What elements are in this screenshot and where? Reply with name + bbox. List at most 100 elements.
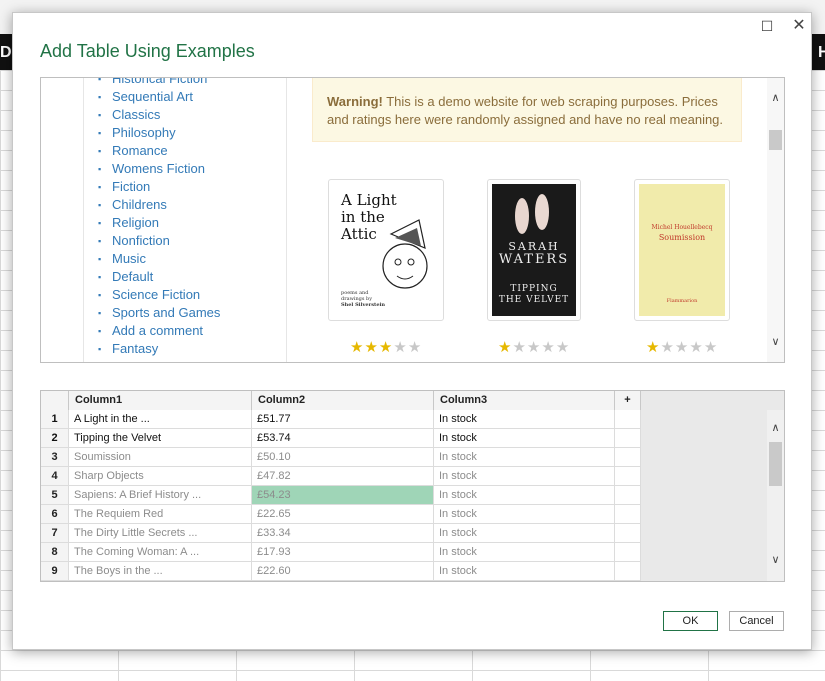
star-icon: ★ [378,339,394,356]
table-cell[interactable]: In stock [434,448,615,466]
table-cell[interactable]: In stock [434,505,615,523]
web-preview-pane[interactable]: Historical Fiction Sequential Art Classi… [40,77,785,363]
column-header[interactable]: Column2 [252,391,434,410]
cover-author: Shel Silverstein [341,302,386,308]
cover-publisher: Flammarion [666,298,698,304]
category-link[interactable]: Womens Fiction [98,160,205,178]
table-cell-empty[interactable] [615,467,641,485]
category-link[interactable]: Historical Fiction [98,78,207,88]
table-cell[interactable]: In stock [434,410,615,428]
table-row: 1 A Light in the ... £51.77 In stock [41,410,641,429]
table-cell-empty[interactable] [615,543,641,561]
table-cell-empty[interactable] [615,562,641,580]
table-cell-empty[interactable] [615,524,641,542]
table-row: 6 The Requiem Red £22.65 In stock [41,505,641,524]
table-cell[interactable]: £51.77 [252,410,434,428]
table-cell-empty[interactable] [615,505,641,523]
cover-title: TIPPING [510,284,558,294]
warning-label: Warning! [327,94,383,109]
category-link[interactable]: Sports and Games [98,304,220,322]
cancel-button[interactable]: Cancel [729,611,784,631]
category-link[interactable]: Fantasy [98,340,158,358]
warning-text: This is a demo website for web scraping … [327,94,724,127]
table-cell[interactable]: The Coming Woman: A ... [69,543,252,561]
table-cell[interactable]: £50.10 [252,448,434,466]
category-link[interactable]: Music [98,250,146,268]
row-number: 3 [41,448,69,466]
category-link[interactable]: Sequential Art [98,88,193,106]
cover-title: THE VELVET [498,295,570,305]
row-number: 2 [41,429,69,447]
table-cell[interactable]: In stock [434,467,615,485]
scroll-down-icon[interactable]: ∨ [767,552,784,569]
table-cell[interactable]: £53.74 [252,429,434,447]
ok-button[interactable]: OK [663,611,718,631]
row-number-header [41,391,69,410]
close-button[interactable]: ✕ [790,17,808,35]
table-cell[interactable]: Sapiens: A Brief History ... [69,486,252,504]
table-cell[interactable]: The Dirty Little Secrets ... [69,524,252,542]
scroll-down-icon[interactable]: ∨ [767,334,784,351]
star-rating: ★★★★★ [498,338,570,356]
row-number: 8 [41,543,69,561]
book-cover-card[interactable]: SARAH WATERS TIPPING THE VELVET [487,179,581,321]
background-label-right: H [818,44,825,61]
maximize-icon: ☐ [760,18,774,34]
star-icon: ★ [646,339,661,356]
warning-alert: Warning! This is a demo website for web … [312,78,742,142]
scrollbar-thumb[interactable] [769,130,782,150]
category-link[interactable]: Childrens [98,196,167,214]
star-rating: ★★★★★ [350,338,422,356]
table-cell[interactable]: £17.93 [252,543,434,561]
table-cell-empty[interactable] [615,410,641,428]
table-row: 2 Tipping the Velvet £53.74 In stock [41,429,641,448]
table-cell[interactable]: £47.82 [252,467,434,485]
book-cover-card[interactable]: A Light in the Attic poems and drawings … [328,179,444,321]
column-header[interactable]: Column3 [434,391,615,410]
category-link[interactable]: Nonfiction [98,232,170,250]
category-link[interactable]: Classics [98,106,161,124]
table-cell-empty[interactable] [615,448,641,466]
category-link[interactable]: Add a comment [98,322,203,340]
category-link[interactable]: Religion [98,214,159,232]
category-link[interactable]: Romance [98,142,168,160]
column-header[interactable]: Column1 [69,391,252,410]
table-cell[interactable]: The Requiem Red [69,505,252,523]
table-cell-empty[interactable] [615,429,641,447]
table-cell[interactable]: In stock [434,429,615,447]
book-cover-card[interactable]: Michel Houellebecq Soumission Flammarion [634,179,730,321]
category-link[interactable]: Science Fiction [98,286,200,304]
table-cell[interactable]: In stock [434,524,615,542]
scroll-up-icon[interactable]: ∧ [767,90,784,107]
table-cell[interactable]: In stock [434,543,615,561]
cover-title: Soumission [658,233,706,242]
table-cell[interactable]: £22.60 [252,562,434,580]
category-link[interactable]: Fiction [98,178,150,196]
scroll-up-icon[interactable]: ∧ [767,420,784,437]
star-icon: ★ [364,339,379,356]
table-cell[interactable]: Soumission [69,448,252,466]
table-cell[interactable]: In stock [434,562,615,580]
star-rating: ★★★★★ [646,338,718,356]
table-cell[interactable]: A Light in the ... [69,410,252,428]
table-header: Column1 Column2 Column3 + [41,391,641,411]
table-cell[interactable]: In stock [434,486,615,504]
table-cell[interactable]: Sharp Objects [69,467,252,485]
table-cell-empty[interactable] [615,486,641,504]
table-row: 8 The Coming Woman: A ... £17.93 In stoc… [41,543,641,562]
table-scrollbar[interactable]: ∧ ∨ [767,410,784,581]
category-link[interactable]: Philosophy [98,124,176,142]
scrollbar-thumb[interactable] [769,442,782,486]
star-icon: ★ [393,339,408,356]
table-cell[interactable]: £22.65 [252,505,434,523]
table-cell-selected[interactable]: £54.23 [252,486,434,504]
add-column-button[interactable]: + [615,391,641,410]
star-icon: ★ [350,339,365,356]
maximize-button[interactable]: ☐ [758,17,776,35]
table-cell[interactable]: The Boys in the ... [69,562,252,580]
preview-scrollbar[interactable]: ∧ ∨ [767,78,784,362]
table-cell[interactable]: £33.34 [252,524,434,542]
table-cell[interactable]: Tipping the Velvet [69,429,252,447]
table-row: 4 Sharp Objects £47.82 In stock [41,467,641,486]
category-link[interactable]: Default [98,268,153,286]
